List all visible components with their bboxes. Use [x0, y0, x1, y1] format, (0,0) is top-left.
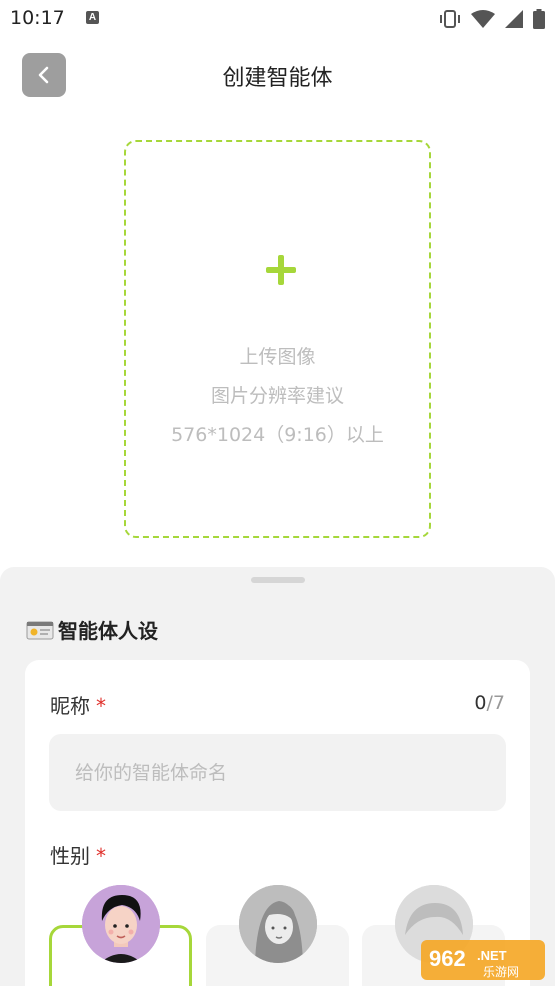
- vibrate-icon: [440, 10, 460, 28]
- male-avatar-image: [82, 885, 160, 963]
- male-avatar: [82, 885, 160, 963]
- id-card-icon: [26, 621, 54, 639]
- signal-icon: [505, 10, 523, 28]
- gender-label: 性别 *: [50, 840, 106, 869]
- sheet-handle[interactable]: [251, 577, 305, 583]
- wifi-icon: [471, 10, 495, 28]
- watermark-number: 962: [429, 946, 466, 971]
- female-avatar-image: [239, 885, 317, 963]
- nickname-label-text: 昵称: [50, 694, 90, 718]
- watermark-logo: 962 .NET 乐游网: [419, 934, 549, 984]
- plus-icon: [266, 255, 296, 285]
- upload-label: 上传图像: [239, 346, 316, 368]
- upload-resolution-hint: 图片分辨率建议: [210, 385, 344, 407]
- battery-icon: [533, 9, 545, 29]
- persona-sheet: 智能体人设 昵称* 0/7 性别*: [0, 567, 555, 986]
- notification-icon: A: [86, 11, 99, 24]
- watermark-suffix: .NET: [477, 948, 507, 963]
- status-time: 10:17: [10, 7, 65, 29]
- section-title: 智能体人设: [26, 615, 158, 644]
- watermark-site: 乐游网: [483, 965, 519, 979]
- required-mark: *: [96, 844, 106, 868]
- char-count-max: /7: [486, 692, 506, 714]
- gender-label-text: 性别: [50, 844, 90, 868]
- page-title: 创建智能体: [222, 66, 333, 91]
- female-avatar: [239, 885, 317, 963]
- watermark-image: 962 .NET 乐游网: [421, 940, 545, 980]
- required-mark: *: [96, 694, 106, 718]
- char-count-current: 0: [474, 692, 487, 714]
- status-bar: 10:17 A: [0, 0, 555, 38]
- section-title-text: 智能体人设: [58, 619, 158, 643]
- status-icons: [439, 8, 545, 30]
- char-counter: 0/7: [474, 692, 505, 714]
- screen: 10:17 A 创建智能体 上传图像 图片分辨率建议 576*1024（9:16…: [0, 0, 555, 986]
- nickname-input[interactable]: [49, 734, 506, 811]
- upload-resolution-value: 576*1024（9:16）以上: [171, 424, 384, 446]
- image-upload-area[interactable]: 上传图像 图片分辨率建议 576*1024（9:16）以上: [124, 140, 431, 538]
- nickname-label: 昵称 *: [50, 690, 106, 719]
